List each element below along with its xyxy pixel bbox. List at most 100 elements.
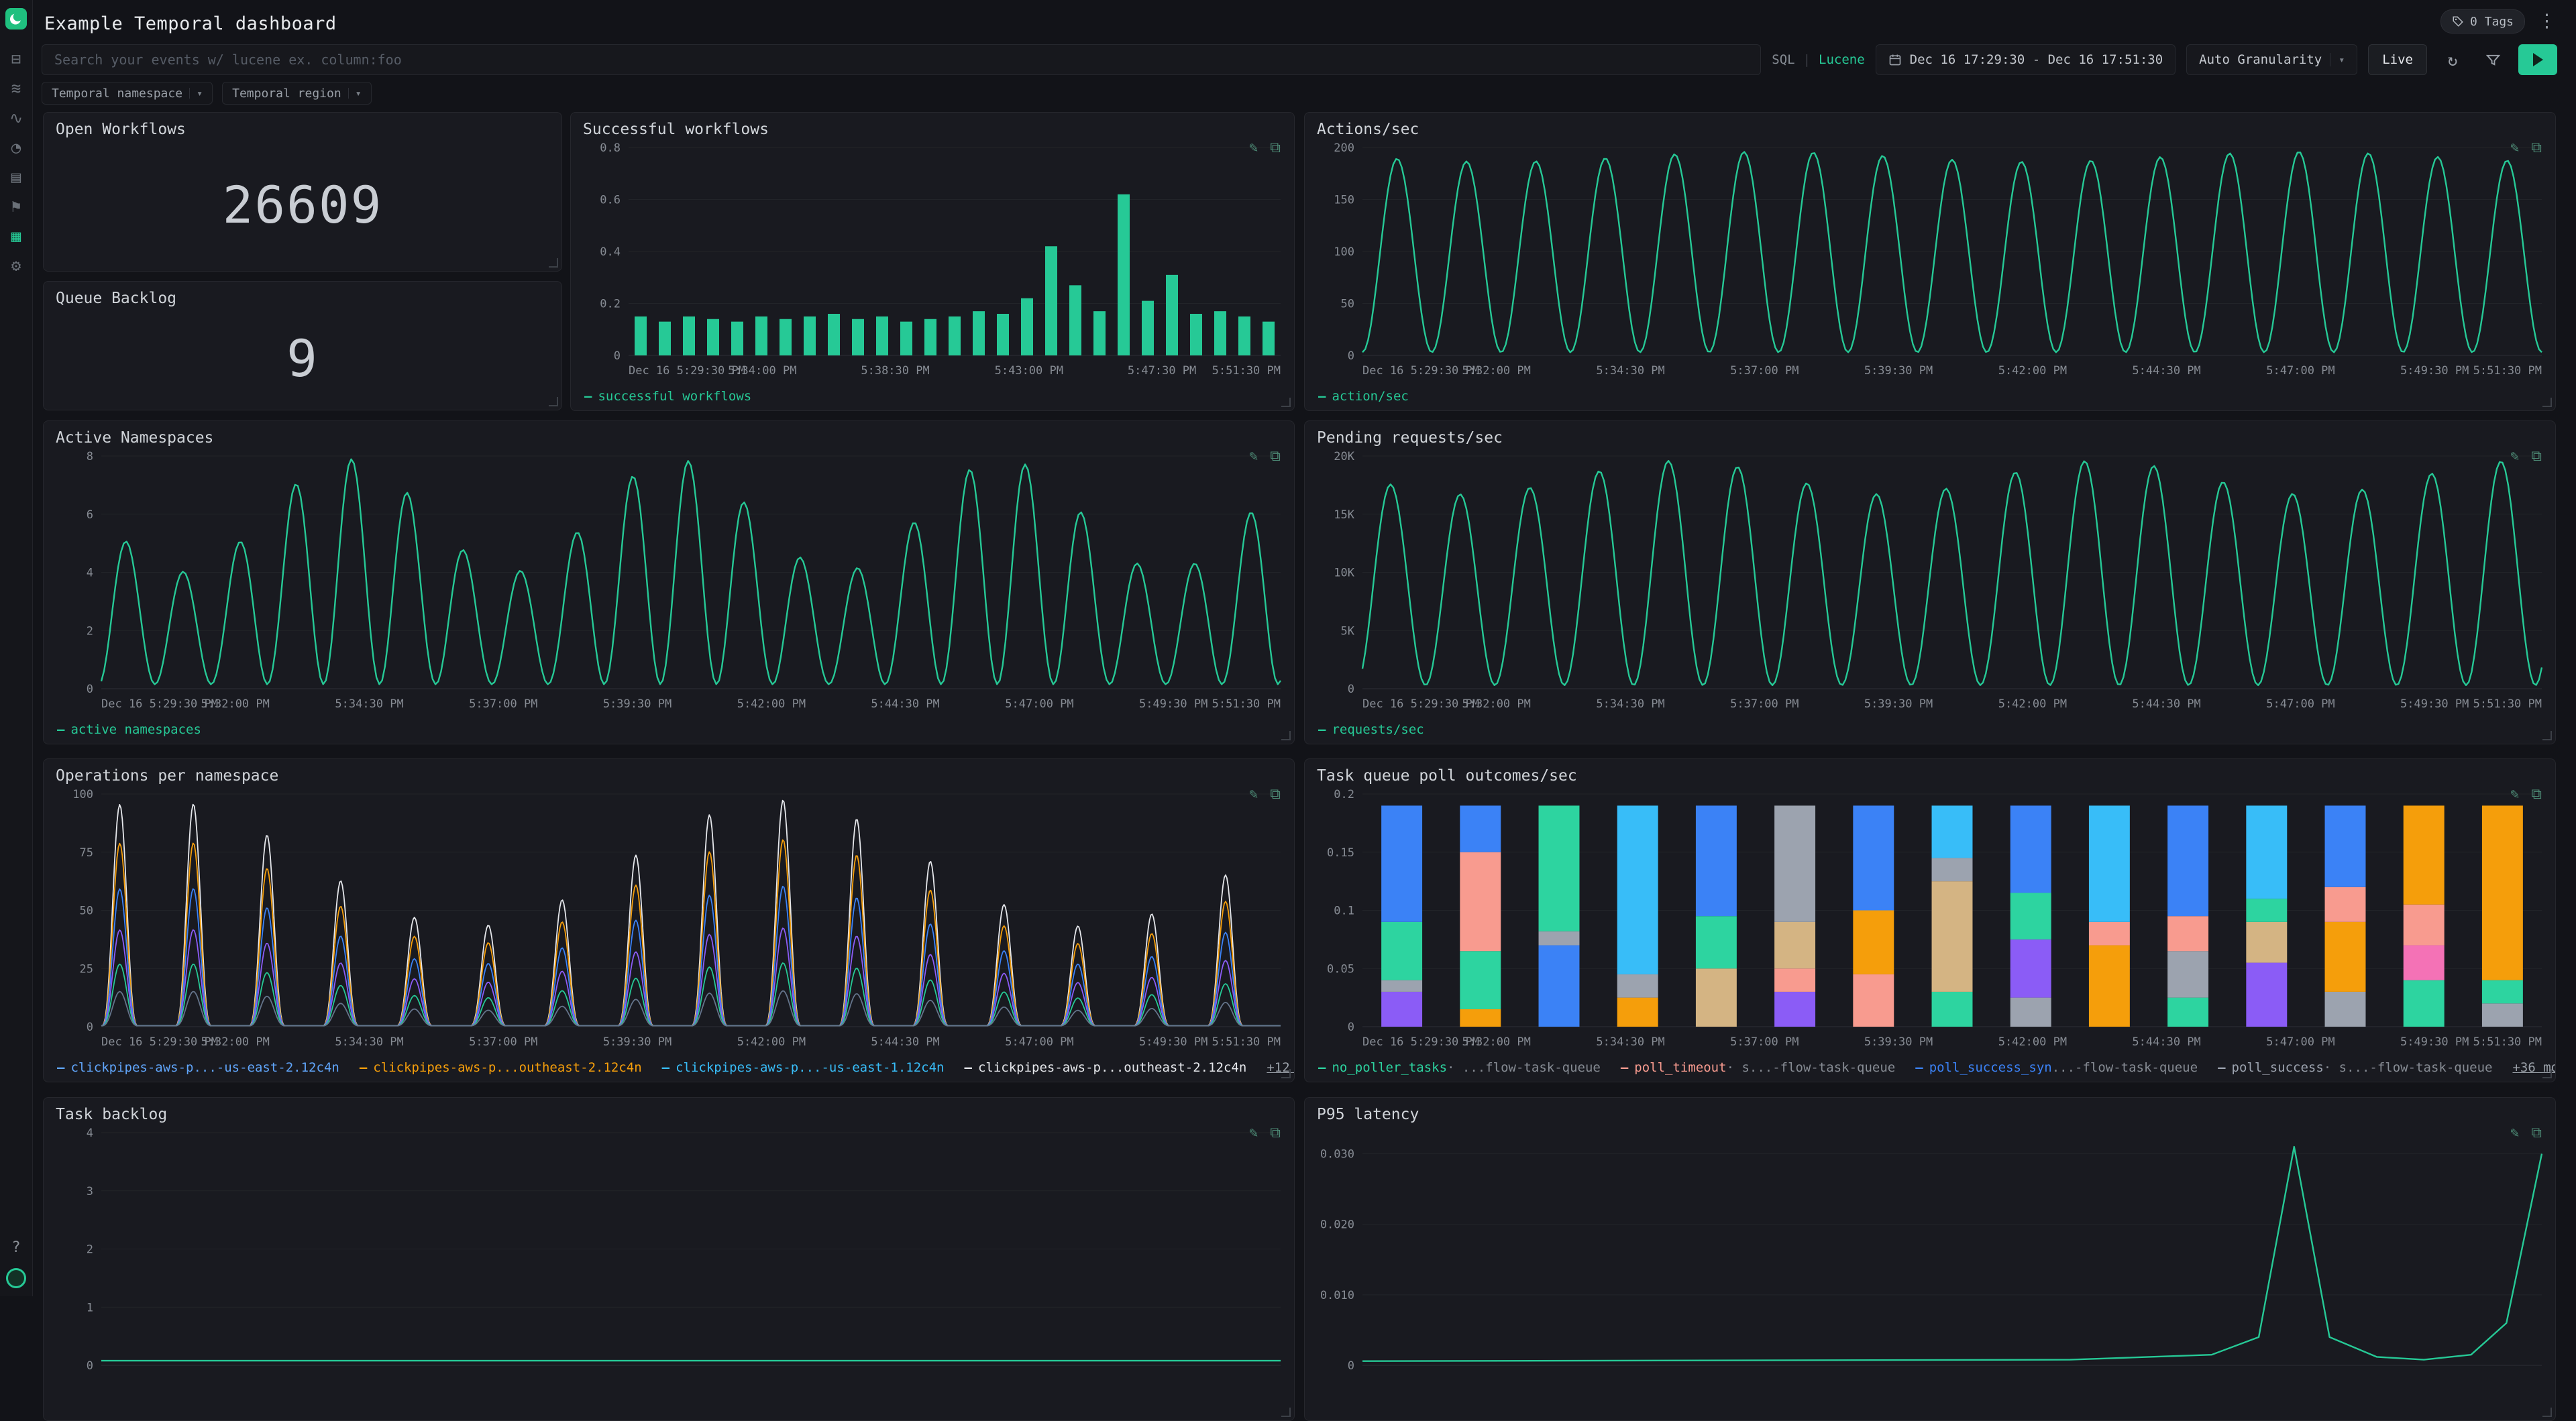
svg-text:0: 0 bbox=[1348, 1359, 1354, 1373]
edit-icon[interactable]: ✎ bbox=[2510, 1126, 2519, 1141]
resize-handle[interactable] bbox=[549, 397, 558, 406]
duplicate-icon[interactable]: ⧉ bbox=[1270, 449, 1281, 464]
resize-handle[interactable] bbox=[1281, 398, 1291, 407]
duplicate-icon[interactable]: ⧉ bbox=[1270, 787, 1281, 802]
legend-swatch: — bbox=[964, 1060, 971, 1075]
legend-item[interactable]: —action/sec bbox=[1318, 389, 1409, 404]
live-button[interactable]: Live bbox=[2368, 44, 2427, 75]
sidebar-item-settings-icon[interactable]: ⚙ bbox=[11, 258, 21, 274]
resize-handle[interactable] bbox=[2542, 1069, 2552, 1078]
chart-svg[interactable]: 0.0300.0200.0100 bbox=[1305, 1123, 2555, 1392]
legend-item[interactable]: —requests/sec bbox=[1318, 722, 1424, 737]
filter-temporal-region[interactable]: Temporal region ▾ bbox=[222, 82, 372, 105]
svg-text:5:32:00 PM: 5:32:00 PM bbox=[1462, 697, 1531, 711]
chart-legend: —action/sec bbox=[1305, 382, 2555, 410]
play-icon bbox=[2533, 53, 2543, 66]
edit-icon[interactable]: ✎ bbox=[2510, 141, 2519, 156]
granularity-select[interactable]: Auto Granularity ▾ bbox=[2186, 44, 2357, 75]
chart-svg[interactable]: 0.20.150.10.050Dec 16 5:29:30 PM5:32:00 … bbox=[1305, 785, 2555, 1054]
duplicate-icon[interactable]: ⧉ bbox=[1270, 1126, 1281, 1141]
legend-item[interactable]: —poll_success · s...-flow-task-queue bbox=[2218, 1060, 2492, 1075]
svg-text:0.15: 0.15 bbox=[1327, 846, 1354, 860]
svg-text:100: 100 bbox=[1334, 245, 1354, 259]
sidebar-item-logs-icon[interactable]: ▤ bbox=[11, 169, 21, 185]
resize-handle[interactable] bbox=[2542, 731, 2552, 740]
duplicate-icon[interactable]: ⧉ bbox=[1270, 141, 1281, 156]
search-input[interactable] bbox=[42, 44, 1761, 75]
chart-plot[interactable]: 43210 bbox=[44, 1123, 1294, 1392]
filter-namespace-label: Temporal namespace bbox=[52, 87, 182, 101]
user-avatar[interactable] bbox=[6, 1268, 26, 1288]
tags-badge[interactable]: 0 Tags bbox=[2440, 9, 2525, 34]
svg-text:5:39:30 PM: 5:39:30 PM bbox=[1864, 364, 1933, 378]
legend-item[interactable]: —no_poller_tasks · ...flow-task-queue bbox=[1318, 1060, 1601, 1075]
svg-text:5:47:00 PM: 5:47:00 PM bbox=[1005, 1035, 1073, 1049]
sidebar-bottom: ? bbox=[6, 1239, 26, 1288]
mode-lucene[interactable]: Lucene bbox=[1819, 52, 1865, 67]
sidebar-item-metrics-icon[interactable]: ∿ bbox=[9, 110, 23, 126]
resize-handle[interactable] bbox=[1281, 731, 1291, 740]
duplicate-icon[interactable]: ⧉ bbox=[2531, 787, 2542, 802]
resize-handle[interactable] bbox=[2542, 398, 2552, 407]
edit-icon[interactable]: ✎ bbox=[1249, 787, 1258, 802]
chart-svg[interactable]: 43210 bbox=[44, 1123, 1294, 1392]
filter-icon[interactable] bbox=[2478, 45, 2508, 74]
resize-handle[interactable] bbox=[549, 258, 558, 268]
sidebar-item-explore-icon[interactable]: ≋ bbox=[11, 80, 21, 97]
chart-plot[interactable]: 86420Dec 16 5:29:30 PM5:32:00 PM5:34:30 … bbox=[44, 447, 1294, 716]
chart-svg[interactable]: 0.80.60.40.20Dec 16 5:29:30 PM5:34:00 PM… bbox=[571, 138, 1294, 382]
duplicate-icon[interactable]: ⧉ bbox=[2531, 449, 2542, 464]
sidebar-item-alerts-icon[interactable]: ◔ bbox=[11, 139, 21, 156]
legend-label-suffix: · s...-flow-task-queue bbox=[2324, 1060, 2493, 1075]
chart-plot[interactable]: 0.20.150.10.050Dec 16 5:29:30 PM5:32:00 … bbox=[1305, 785, 2555, 1054]
legend-item[interactable]: —clickpipes-aws-p...outheast-2.12c4n bbox=[964, 1060, 1246, 1075]
sidebar-item-dashboards-icon[interactable]: ▦ bbox=[11, 228, 21, 244]
refresh-icon[interactable]: ↻ bbox=[2438, 45, 2467, 74]
chart-plot[interactable]: 0.80.60.40.20Dec 16 5:29:30 PM5:34:00 PM… bbox=[571, 138, 1294, 382]
chart-plot[interactable]: 1007550250Dec 16 5:29:30 PM5:32:00 PM5:3… bbox=[44, 785, 1294, 1054]
edit-icon[interactable]: ✎ bbox=[2510, 787, 2519, 802]
resize-handle[interactable] bbox=[2542, 1408, 2552, 1417]
svg-text:8: 8 bbox=[87, 450, 93, 463]
edit-icon[interactable]: ✎ bbox=[1249, 449, 1258, 464]
resize-handle[interactable] bbox=[1281, 1069, 1291, 1078]
legend-swatch: — bbox=[1318, 722, 1326, 737]
svg-text:5K: 5K bbox=[1341, 624, 1355, 638]
chart-plot[interactable]: 20K15K10K5K0Dec 16 5:29:30 PM5:32:00 PM5… bbox=[1305, 447, 2555, 716]
legend-item[interactable]: —poll_success_syn ...-flow-task-queue bbox=[1915, 1060, 2198, 1075]
svg-text:3: 3 bbox=[87, 1185, 93, 1198]
chevron-down-icon: ▾ bbox=[2339, 54, 2345, 66]
panel-task-backlog: Task backlog 43210 ✎⧉ bbox=[43, 1097, 1295, 1421]
legend-item[interactable]: —clickpipes-aws-p...-us-east-2.12c4n bbox=[57, 1060, 339, 1075]
chart-plot[interactable]: 0.0300.0200.0100 bbox=[1305, 1123, 2555, 1392]
edit-icon[interactable]: ✎ bbox=[1249, 1126, 1258, 1141]
svg-text:5:47:00 PM: 5:47:00 PM bbox=[2266, 697, 2334, 711]
chart-svg[interactable]: 86420Dec 16 5:29:30 PM5:32:00 PM5:34:30 … bbox=[44, 447, 1294, 716]
legend-label: poll_success bbox=[2232, 1060, 2324, 1075]
chart-svg[interactable]: 200150100500Dec 16 5:29:30 PM5:32:00 PM5… bbox=[1305, 138, 2555, 382]
legend-item[interactable]: —successful workflows bbox=[584, 389, 751, 404]
chart-svg[interactable]: 20K15K10K5K0Dec 16 5:29:30 PM5:32:00 PM5… bbox=[1305, 447, 2555, 716]
panel-title: Successful workflows bbox=[583, 121, 769, 138]
run-query-button[interactable] bbox=[2518, 44, 2557, 75]
filter-temporal-namespace[interactable]: Temporal namespace ▾ bbox=[42, 82, 213, 105]
edit-icon[interactable]: ✎ bbox=[2510, 449, 2519, 464]
sidebar-icons: ⊟ ≋ ∿ ◔ ▤ ⚑ ▦ ⚙ bbox=[9, 44, 23, 280]
sidebar-item-panels-icon[interactable]: ⊟ bbox=[11, 51, 21, 67]
resize-handle[interactable] bbox=[1281, 1408, 1291, 1417]
help-icon[interactable]: ? bbox=[11, 1239, 20, 1256]
legend-item[interactable]: —clickpipes-aws-p...-us-east-1.12c4n bbox=[662, 1060, 945, 1075]
sidebar-item-flags-icon[interactable]: ⚑ bbox=[11, 198, 21, 215]
legend-item[interactable]: —clickpipes-aws-p...outheast-2.12c4n bbox=[360, 1060, 642, 1075]
edit-icon[interactable]: ✎ bbox=[1249, 141, 1258, 156]
kebab-menu-icon[interactable]: ⋮ bbox=[2538, 11, 2556, 32]
chart-svg[interactable]: 1007550250Dec 16 5:29:30 PM5:32:00 PM5:3… bbox=[44, 785, 1294, 1054]
legend-item[interactable]: —poll_timeout · s...-flow-task-queue bbox=[1621, 1060, 1895, 1075]
mode-sql[interactable]: SQL bbox=[1772, 52, 1794, 67]
chart-plot[interactable]: 200150100500Dec 16 5:29:30 PM5:32:00 PM5… bbox=[1305, 138, 2555, 382]
duplicate-icon[interactable]: ⧉ bbox=[2531, 1126, 2542, 1141]
date-range-picker[interactable]: Dec 16 17:29:30 - Dec 16 17:51:30 bbox=[1876, 44, 2176, 75]
legend-item[interactable]: —active namespaces bbox=[57, 722, 201, 737]
svg-text:25: 25 bbox=[80, 962, 93, 976]
duplicate-icon[interactable]: ⧉ bbox=[2531, 141, 2542, 156]
